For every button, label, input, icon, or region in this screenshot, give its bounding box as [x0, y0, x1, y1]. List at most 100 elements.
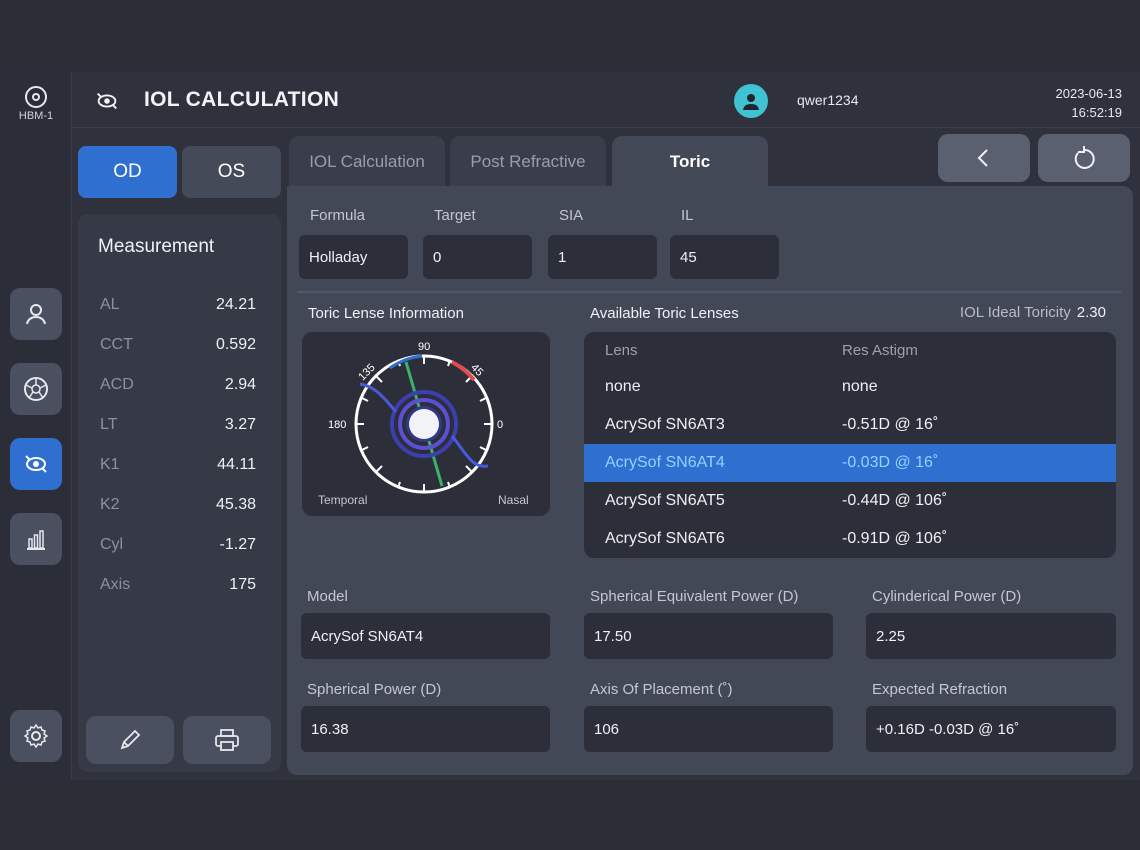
- dial-label-0: 0: [497, 419, 503, 431]
- lens-name: AcrySof SN6AT5: [605, 492, 725, 509]
- measurement-value: 44.11: [217, 456, 256, 473]
- sph-power-field[interactable]: 16.38: [301, 706, 550, 752]
- lens-name: AcrySof SN6AT4: [605, 454, 725, 471]
- dial-haptic-bottom: [450, 435, 489, 468]
- rail-report-button[interactable]: [10, 513, 62, 565]
- measurement-row: LT 3.27: [100, 416, 256, 440]
- measurement-row: K2 45.38: [100, 496, 256, 520]
- tab-toric[interactable]: Toric: [612, 136, 768, 188]
- lens-name: none: [605, 378, 641, 395]
- expected-refraction-field[interactable]: +0.16D -0.03D @ 16˚: [866, 706, 1116, 752]
- measurement-panel: Measurement AL 24.21 CCT 0.592 ACD 2.94 LT 3…: [78, 214, 281, 772]
- measurement-row: CCT 0.592: [100, 336, 256, 360]
- ideal-toricity-value: 2.30: [1076, 304, 1106, 321]
- table-row[interactable]: AcrySof SN6AT3 -0.51D @ 16˚: [584, 406, 1116, 444]
- measurement-row: ACD 2.94: [100, 376, 256, 400]
- brand: HBM-1: [14, 86, 58, 122]
- os-button[interactable]: OS: [182, 146, 281, 198]
- print-button[interactable]: [183, 716, 271, 764]
- bar-chart-icon: [27, 530, 45, 550]
- table-header: Lens Res Astigm: [584, 332, 1116, 368]
- measurement-title: Measurement: [98, 236, 215, 257]
- axis-placement-label: Axis Of Placement (˚): [590, 681, 733, 698]
- brand-logo-icon: [25, 86, 47, 108]
- rail-patient-button[interactable]: [10, 288, 62, 340]
- cyl-power-field[interactable]: 2.25: [866, 613, 1116, 659]
- back-button[interactable]: [938, 134, 1030, 182]
- available-lenses-title: Available Toric Lenses: [590, 305, 739, 322]
- eye-lens-icon: [97, 92, 117, 110]
- il-label: IL: [681, 207, 694, 224]
- user-icon: [743, 94, 759, 110]
- col-res-header: Res Astigm: [842, 342, 918, 359]
- rail-iol-button[interactable]: [10, 438, 62, 490]
- measurement-row: AL 24.21: [100, 296, 256, 320]
- measurement-label: CCT: [100, 336, 133, 353]
- reset-button[interactable]: [1038, 134, 1130, 182]
- res-astigm: none: [842, 378, 878, 395]
- col-lens-header: Lens: [605, 342, 638, 359]
- printer-icon: [215, 729, 239, 751]
- brand-label: HBM-1: [18, 110, 54, 122]
- formula-field[interactable]: Holladay: [299, 235, 408, 279]
- table-row-selected[interactable]: AcrySof SN6AT4 -0.03D @ 16˚: [584, 444, 1116, 482]
- sia-label: SIA: [559, 207, 584, 224]
- il-field[interactable]: 45: [670, 235, 779, 279]
- axis-placement-field[interactable]: 106: [584, 706, 833, 752]
- table-row[interactable]: AcrySof SN6AT5 -0.44D @ 106˚: [584, 482, 1116, 520]
- table-row[interactable]: none none: [584, 368, 1116, 406]
- date: 2023-06-13: [1055, 86, 1123, 101]
- tab-iol-calculation[interactable]: IOL Calculation: [289, 136, 445, 188]
- measurement-label: ACD: [100, 376, 134, 393]
- measurement-label: AL: [100, 296, 120, 313]
- measurement-row: Axis 175: [100, 576, 256, 600]
- measurement-label: Axis: [100, 576, 131, 593]
- eye-lens-icon: [25, 455, 47, 473]
- edit-button[interactable]: [86, 716, 174, 764]
- model-field[interactable]: AcrySof SN6AT4: [301, 613, 550, 659]
- rail-settings-button[interactable]: [10, 710, 62, 762]
- divider: [297, 291, 1121, 293]
- measurement-label: LT: [100, 416, 118, 433]
- measurement-value: 0.592: [215, 336, 256, 353]
- rail-aperture-button[interactable]: [10, 363, 62, 415]
- username: qwer1234: [797, 92, 859, 108]
- se-power-label: Spherical Equivalent Power (D): [590, 588, 799, 605]
- measurement-value: 45.38: [215, 496, 256, 513]
- measurement-label: K1: [100, 456, 120, 473]
- dial-label-180: 180: [328, 419, 346, 431]
- target-label: Target: [434, 207, 476, 224]
- res-astigm: -0.44D @ 106˚: [842, 492, 948, 509]
- dial-label-temporal: Temporal: [318, 493, 367, 507]
- aperture-icon: [24, 377, 48, 401]
- measurement-value: -1.27: [219, 536, 256, 553]
- tab-post-refractive[interactable]: Post Refractive: [450, 136, 606, 188]
- target-field[interactable]: 0: [423, 235, 532, 279]
- toric-axis-diagram: 90 135 45 180 0 Temporal Nasal: [318, 341, 529, 507]
- header-bar: IOL CALCULATION qwer1234 2023-06-13 16:5…: [72, 72, 1140, 128]
- measurement-row: K1 44.11: [100, 456, 256, 480]
- cyl-power-label: Cylinderical Power (D): [872, 588, 1022, 605]
- pencil-icon: [120, 729, 141, 750]
- res-astigm: -0.03D @ 16˚: [842, 454, 939, 471]
- ideal-toricity: IOL Ideal Toricity 2.30: [960, 304, 1106, 321]
- ideal-toricity-label: IOL Ideal Toricity: [959, 304, 1071, 321]
- formula-label: Formula: [310, 207, 366, 224]
- se-power-field[interactable]: 17.50: [584, 613, 833, 659]
- time: 16:52:19: [1071, 105, 1122, 120]
- user-avatar[interactable]: [734, 84, 768, 118]
- measurement-value: 2.94: [224, 376, 256, 393]
- dial-label-nasal: Nasal: [498, 493, 529, 507]
- toric-info-title: Toric Lense Information: [308, 305, 464, 322]
- measurement-value: 175: [229, 576, 256, 593]
- user-icon: [26, 304, 46, 325]
- res-astigm: -0.51D @ 16˚: [842, 416, 939, 433]
- sia-field[interactable]: 1: [548, 235, 657, 279]
- left-rail: [0, 72, 72, 780]
- measurement-value: 24.21: [215, 296, 256, 313]
- table-row[interactable]: AcrySof SN6AT6 -0.91D @ 106˚: [584, 520, 1116, 558]
- dial-label-135: 135: [356, 362, 377, 383]
- datetime: 2023-06-13 16:52:19: [1056, 84, 1123, 122]
- od-button[interactable]: OD: [78, 146, 177, 198]
- model-label: Model: [307, 588, 348, 605]
